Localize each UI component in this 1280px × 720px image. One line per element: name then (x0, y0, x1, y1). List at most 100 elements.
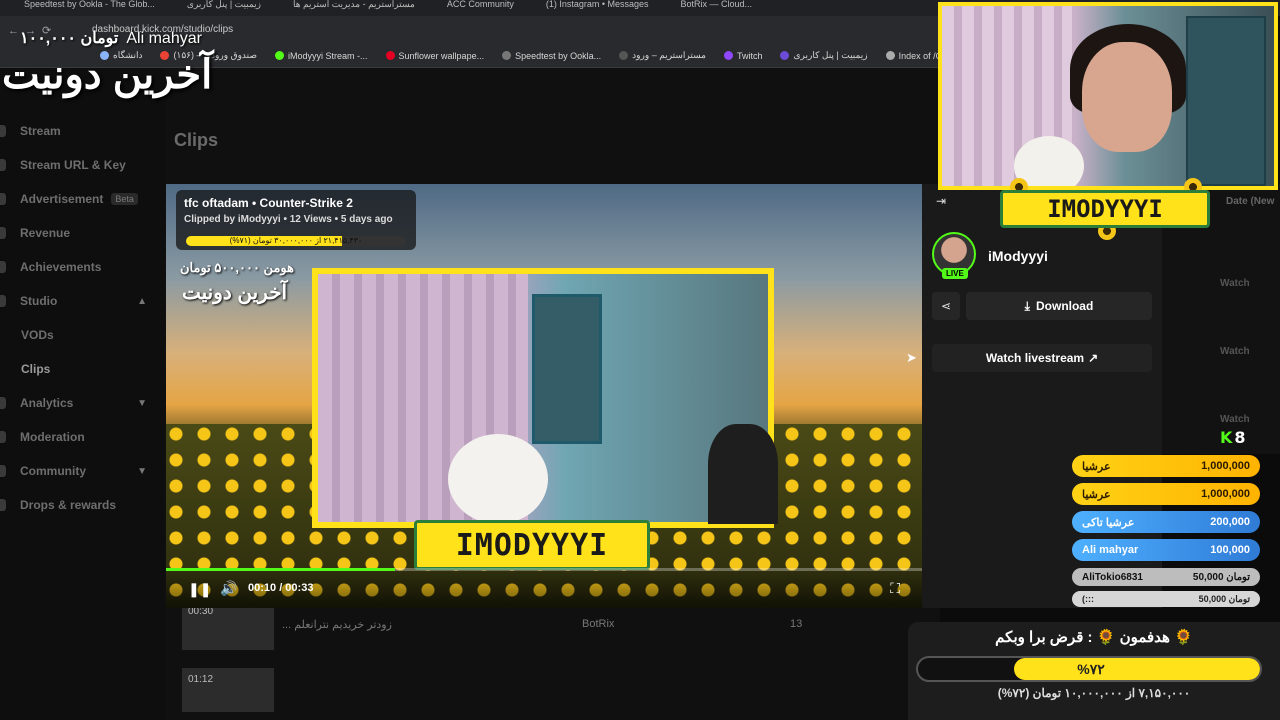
sidebar-item-achievements[interactable]: Achievements (0, 252, 165, 282)
sidebar-item-moderation[interactable]: Moderation (0, 422, 165, 452)
bookmark[interactable]: Speedtest by Ookla... (502, 51, 601, 61)
donor-row: AliTokio6831 50,000 تومان (1072, 568, 1260, 586)
share-icon: ⋖ (940, 299, 952, 313)
watch-link[interactable]: Watch (1220, 414, 1250, 425)
inner-webcam-frame (312, 268, 778, 528)
browser-tab[interactable]: BotRix — Cloud... (667, 0, 767, 16)
last-donation-overlay: آخرین دونیت (2, 53, 213, 97)
streamer-face (1082, 42, 1172, 152)
donor-row: (::: 50,000 تومان (1072, 591, 1260, 607)
bookmark[interactable]: زیمبیت | پنل کاربری (780, 50, 868, 61)
donor-row: Ali mahyar 100,000 (1072, 539, 1260, 561)
kick-logo-icon: K8 (1220, 428, 1246, 447)
globe-icon (885, 51, 895, 60)
top-donation-overlay: ۱۰۰,۰۰۰ تومان Ali mahyar (20, 30, 202, 47)
sidebar-item-analytics[interactable]: Analytics ▼ (0, 388, 165, 418)
megaphone-icon (0, 193, 6, 205)
channel-name[interactable]: iModyyyi (988, 248, 1048, 264)
table-row[interactable]: 01:12 (176, 668, 936, 718)
streamer-name-banner: IMODYYYI (414, 520, 650, 570)
kick-icon (275, 51, 285, 60)
clip-author: BotRix (582, 618, 615, 630)
trophy-icon (0, 261, 6, 273)
bookmark[interactable]: Twitch (723, 51, 762, 61)
clip-meta: Clipped by iModyyyi • 12 Views • 5 days … (184, 214, 393, 225)
download-icon: ⤓ (1024, 298, 1030, 313)
hammer-icon (0, 431, 6, 443)
key-icon (0, 159, 6, 171)
bookmark[interactable]: Sunflower wallpape... (385, 51, 484, 61)
sidebar-item-revenue[interactable]: Revenue (0, 218, 165, 248)
sidebar-item-community[interactable]: Community ▼ (0, 456, 165, 486)
last-donation-heading: آخرین دونیت (182, 282, 288, 304)
browser-tab[interactable]: مستراستریم - مدیریت استریم ها (279, 0, 429, 16)
dollar-icon (0, 227, 6, 239)
bookmark[interactable]: Index of /Online/De... (885, 51, 940, 61)
shelf (1186, 16, 1266, 186)
clip-video-player[interactable]: tfc oftadam • Counter-Strike 2 Clipped b… (166, 184, 922, 608)
browser-tab[interactable]: (1) Instagram • Messages (532, 0, 663, 16)
chevron-up-icon: ▲ (137, 295, 147, 307)
sidebar-item-stream-url-key[interactable]: Stream URL & Key (0, 150, 165, 180)
download-button[interactable]: ⤓ Download (966, 292, 1152, 320)
mouse-cursor-icon: ➤ (906, 350, 917, 365)
watch-link[interactable]: Watch (1220, 278, 1250, 289)
goal-percent: %۷۲ (1077, 661, 1105, 677)
collapse-panel-icon[interactable]: ⇥ (936, 194, 946, 208)
speedtest-icon (502, 51, 512, 60)
bookmark[interactable]: iModyyyi Stream -... (275, 51, 368, 61)
seek-bar[interactable] (166, 568, 922, 571)
sidebar-item-clips[interactable]: Clips (0, 354, 165, 384)
chevron-down-icon: ▼ (137, 397, 147, 409)
chevron-down-icon: ▼ (137, 465, 147, 477)
goal-progress-bar: %۷۲ (916, 656, 1262, 682)
watch-link[interactable]: Watch (1220, 346, 1250, 357)
player-controls: ❚❚ 🔊 00:10 / 00:33 ⛶ (166, 568, 922, 608)
clip-views: 13 (790, 618, 803, 630)
last-donation-amount: هومن ۵۰۰,۰۰۰ تومان (180, 260, 294, 275)
goal-title: 🌻 هدفمون 🌻 : قرض برا وبکم (995, 629, 1193, 646)
volume-icon[interactable]: 🔊 (220, 580, 237, 597)
shelf (532, 294, 602, 444)
stream-icon (0, 125, 6, 137)
sidebar-item-drops-rewards[interactable]: Drops & rewards (0, 490, 165, 520)
browser-tab[interactable]: ACC Community (433, 0, 528, 16)
sidebar-item-studio[interactable]: Studio ▲ (0, 286, 165, 316)
playback-time: 00:10 / 00:33 (248, 582, 314, 594)
goal-subtitle: ۷,۱۵۰,۰۰۰ از ۱۰,۰۰۰,۰۰۰ تومان (۷۲%) (997, 686, 1191, 700)
studio-icon (0, 295, 6, 307)
sidebar-item-stream[interactable]: Stream (0, 116, 165, 146)
donation-goal-mini-label: ۲۱,۴۱۵,۴۳۰ از ۳۰,۰۰۰,۰۰۰ تومان (۷۱%) (229, 236, 363, 245)
gift-icon (0, 499, 6, 511)
clip-duration: 01:12 (188, 674, 214, 685)
browser-tab[interactable]: Speedtest by Ookla - The Glob... (10, 0, 169, 16)
seek-bar-fill (166, 568, 396, 571)
donation-goal-widget: 🌻 هدفمون 🌻 : قرض برا وبکم %۷۲ ۷,۱۵۰,۰۰۰ … (908, 622, 1280, 720)
fullscreen-icon[interactable]: ⛶ (890, 580, 900, 597)
chart-icon (0, 397, 6, 409)
zimbit-icon (780, 51, 790, 60)
watch-livestream-button[interactable]: Watch livestream ↗ (932, 344, 1152, 372)
bookmark[interactable]: مستراستریم – ورود (619, 50, 706, 61)
date-column-header[interactable]: Date (New (1226, 196, 1274, 207)
teddy-bear (448, 434, 548, 524)
clip-title: tfc oftadam • Counter-Strike 2 (184, 196, 353, 210)
share-button[interactable]: ⋖ (932, 292, 960, 320)
screen: Speedtest by Ookla - The Glob... زیمبیت … (0, 0, 1280, 720)
streamer (708, 424, 778, 524)
clip-info-card: tfc oftadam • Counter-Strike 2 Clipped b… (176, 190, 416, 250)
sidebar-item-vods[interactable]: VODs (0, 320, 165, 350)
pause-icon[interactable]: ❚❚ (188, 581, 211, 598)
donor-row: عرشیا تاکی 200,000 (1072, 511, 1260, 533)
webcam-name-banner: IMODYYYI (1000, 190, 1210, 228)
studio-sidebar: Stream Stream URL & Key Advertisement Bet… (0, 68, 165, 720)
page-title: Clips (174, 130, 219, 150)
clip-title: ... زودتر خریدیم نترانعلم (282, 619, 392, 631)
twitch-icon (723, 51, 733, 60)
arrow-icon (619, 51, 629, 60)
sidebar-item-advertisement[interactable]: Advertisement Beta (0, 184, 165, 214)
people-icon (0, 465, 6, 477)
beta-badge: Beta (111, 193, 138, 205)
browser-tab[interactable]: زیمبیت | پنل کاربری (173, 0, 275, 16)
table-row[interactable]: 00:30 ... زودتر خریدیم نترانعلم BotRix 1… (176, 606, 936, 656)
